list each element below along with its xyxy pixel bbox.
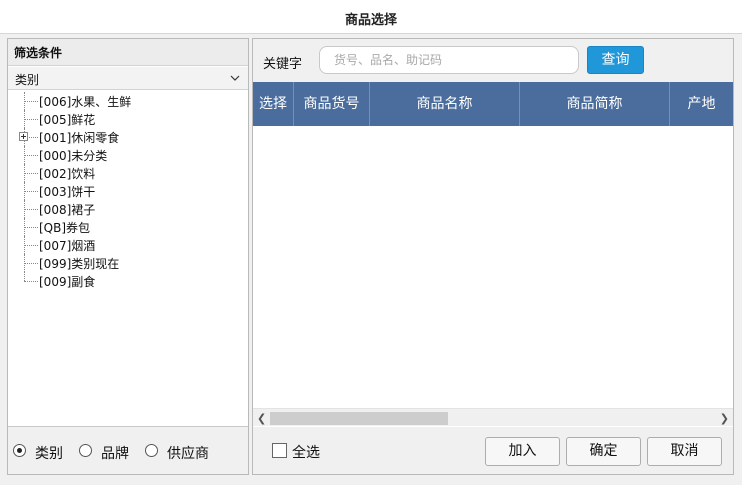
tree-item[interactable]: [QB]券包 (8, 218, 248, 236)
tree-item-label: [009]副食 (39, 275, 96, 289)
radio-brand-label: 品牌 (101, 446, 129, 462)
radio-selected-icon (13, 444, 26, 457)
tree-item-label: [QB]券包 (39, 221, 91, 235)
scroll-left-icon[interactable]: ❮ (257, 412, 266, 425)
tree-item[interactable]: [002]饮料 (8, 164, 248, 182)
radio-unselected-icon (79, 444, 92, 457)
product-table: 选择 商品货号 商品名称 商品简称 产地 ❮ ❯ (253, 82, 733, 427)
horizontal-scrollbar[interactable]: ❮ ❯ (253, 408, 733, 426)
select-all-label: 全选 (292, 445, 320, 461)
scroll-right-icon[interactable]: ❯ (720, 412, 729, 425)
tree-item-label: [006]水果、生鲜 (39, 95, 132, 109)
product-select-window: 商品选择 筛选条件 类别 [006]水果、生鲜 [005]鲜花 [001]休闲零… (0, 0, 742, 485)
radio-supplier-label: 供应商 (167, 446, 209, 462)
table-header: 选择 商品货号 商品名称 商品简称 产地 (253, 82, 733, 126)
tree-item[interactable]: [005]鲜花 (8, 110, 248, 128)
tree-item[interactable]: [008]裙子 (8, 200, 248, 218)
column-header-sku[interactable]: 商品货号 (294, 82, 370, 126)
tree-item-label: [000]未分类 (39, 149, 108, 163)
tree-item[interactable]: [003]饼干 (8, 182, 248, 200)
query-button[interactable]: 查询 (587, 46, 644, 74)
radio-category-label: 类别 (35, 446, 63, 462)
tree-item-label: [002]饮料 (39, 167, 96, 181)
product-panel: 关键字 查询 选择 商品货号 商品名称 商品简称 产地 ❮ ❯ 全选 加入 (252, 38, 734, 475)
checkbox-icon (272, 443, 287, 458)
action-bar: 全选 加入 确定 取消 (253, 427, 733, 474)
keyword-label: 关键字 (263, 57, 303, 72)
tree-item-label: [001]休闲零食 (39, 131, 120, 145)
expand-plus-icon[interactable] (19, 132, 28, 141)
cancel-button[interactable]: 取消 (647, 437, 722, 466)
tree-item[interactable]: [099]类别现在 (8, 254, 248, 272)
title-bar: 商品选择 (0, 0, 742, 34)
column-header-name[interactable]: 商品名称 (370, 82, 520, 126)
filter-header-label: 筛选条件 (14, 46, 63, 60)
tree-item-label: [008]裙子 (39, 203, 96, 217)
add-button[interactable]: 加入 (485, 437, 560, 466)
chevron-down-icon (230, 75, 240, 81)
column-header-select[interactable]: 选择 (253, 82, 294, 126)
search-input[interactable] (319, 46, 579, 74)
category-dropdown[interactable]: 类别 (8, 67, 248, 90)
tree-item-label: [099]类别现在 (39, 257, 120, 271)
column-header-origin[interactable]: 产地 (670, 82, 733, 126)
filter-header: 筛选条件 (8, 39, 248, 66)
confirm-button[interactable]: 确定 (566, 437, 641, 466)
tree-item-label: [003]饼干 (39, 185, 96, 199)
filter-type-radio-group: 类别 品牌 供应商 (8, 426, 248, 474)
tree-item[interactable]: [007]烟酒 (8, 236, 248, 254)
column-header-short-name[interactable]: 商品简称 (520, 82, 670, 126)
category-tree: [006]水果、生鲜 [005]鲜花 [001]休闲零食 [000]未分类 [0… (8, 92, 248, 290)
tree-item[interactable]: [000]未分类 (8, 146, 248, 164)
tree-item[interactable]: [001]休闲零食 (8, 128, 248, 146)
tree-item-label: [005]鲜花 (39, 113, 96, 127)
tree-item[interactable]: [006]水果、生鲜 (8, 92, 248, 110)
window-title: 商品选择 (344, 13, 397, 28)
filter-panel: 筛选条件 类别 [006]水果、生鲜 [005]鲜花 [001]休闲零食 [00… (7, 38, 249, 475)
tree-item[interactable]: [009]副食 (8, 272, 248, 290)
category-dropdown-label: 类别 (15, 73, 40, 87)
tree-item-label: [007]烟酒 (39, 239, 96, 253)
scrollbar-thumb[interactable] (270, 412, 448, 425)
radio-unselected-icon (145, 444, 158, 457)
